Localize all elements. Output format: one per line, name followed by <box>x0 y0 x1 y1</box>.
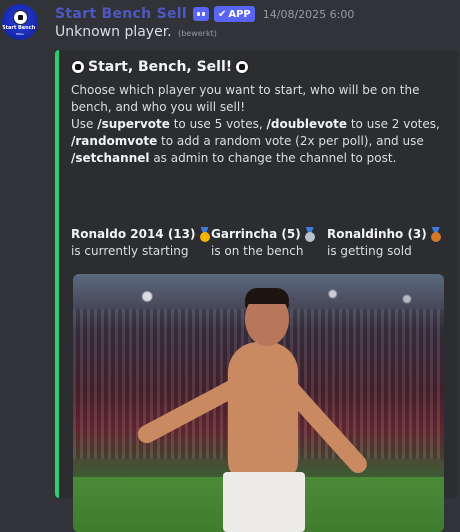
message-timestamp[interactable]: 14/08/2025 6:00 <box>263 8 355 21</box>
desc-text: Use <box>71 117 98 131</box>
field-name: Garrincha (5) <box>211 226 316 243</box>
gold-medal-icon <box>199 227 211 242</box>
description-intro: Choose which player you want to start, w… <box>71 83 420 114</box>
field-value: is on the bench <box>211 244 304 258</box>
field-bench: Garrincha (5) is on the bench <box>211 226 316 260</box>
supervote-command: /supervote <box>97 117 170 131</box>
embed-title-text: Start, Bench, Sell! <box>88 59 233 75</box>
field-name-text: Garrincha (5) <box>211 227 301 241</box>
field-name-text: Ronaldinho (3) <box>327 227 427 241</box>
embed-card: Start, Bench, Sell! Choose which player … <box>55 50 458 532</box>
field-name: Ronaldinho (3) <box>327 226 442 243</box>
message-text: Unknown player. <box>55 24 172 40</box>
embed-image[interactable] <box>73 274 444 532</box>
checkmark-icon: ✔ <box>217 8 227 20</box>
desc-text: as admin to change the channel to post. <box>149 151 397 165</box>
edited-label: (bewerkt) <box>178 29 217 38</box>
field-name-text: Ronaldo 2014 (13) <box>71 227 196 241</box>
silver-medal-icon <box>304 227 316 242</box>
message-content: Unknown player. (bewerkt) <box>55 24 217 40</box>
field-start: Ronaldo 2014 (13) is currently starting <box>71 226 211 260</box>
soccer-ball-icon <box>13 10 28 25</box>
player-hair <box>245 288 289 304</box>
randomvote-command: /randomvote <box>71 134 158 148</box>
soccer-ball-icon <box>235 60 250 74</box>
desc-text: to add a random vote (2x per poll), and … <box>157 134 424 148</box>
embed-title: Start, Bench, Sell! <box>71 59 252 75</box>
bot-avatar[interactable]: Start Bench Sell Elite <box>2 4 38 40</box>
soccer-ball-icon <box>71 60 85 74</box>
embed-description: Choose which player you want to start, w… <box>71 82 456 167</box>
field-value: is currently starting <box>71 244 189 258</box>
field-name: Ronaldo 2014 (13) <box>71 226 211 243</box>
field-value: is getting sold <box>327 244 412 258</box>
embed-fields: Ronaldo 2014 (13) is currently starting … <box>71 226 456 262</box>
app-badge-label: APP <box>228 8 251 20</box>
desc-text: to use 5 votes, <box>169 117 267 131</box>
bronze-medal-icon <box>430 227 442 242</box>
author-name[interactable]: Start Bench Sell <box>55 6 187 22</box>
player-shorts <box>223 472 305 532</box>
app-badge: ✔ APP <box>213 6 255 22</box>
desc-text: to use 2 votes, <box>347 117 440 131</box>
bot-emoji-icon <box>192 7 209 21</box>
description-commands: Use /supervote to use 5 votes, /doublevo… <box>71 116 456 167</box>
doublevote-command: /doublevote <box>266 117 348 131</box>
avatar-sublabel: Elite <box>16 32 24 36</box>
message-header: Start Bench Sell ✔ APP 14/08/2025 6:00 <box>55 4 354 24</box>
player-torso <box>228 342 298 482</box>
setchannel-command: /setchannel <box>71 151 150 165</box>
field-sell: Ronaldinho (3) is getting sold <box>327 226 442 260</box>
